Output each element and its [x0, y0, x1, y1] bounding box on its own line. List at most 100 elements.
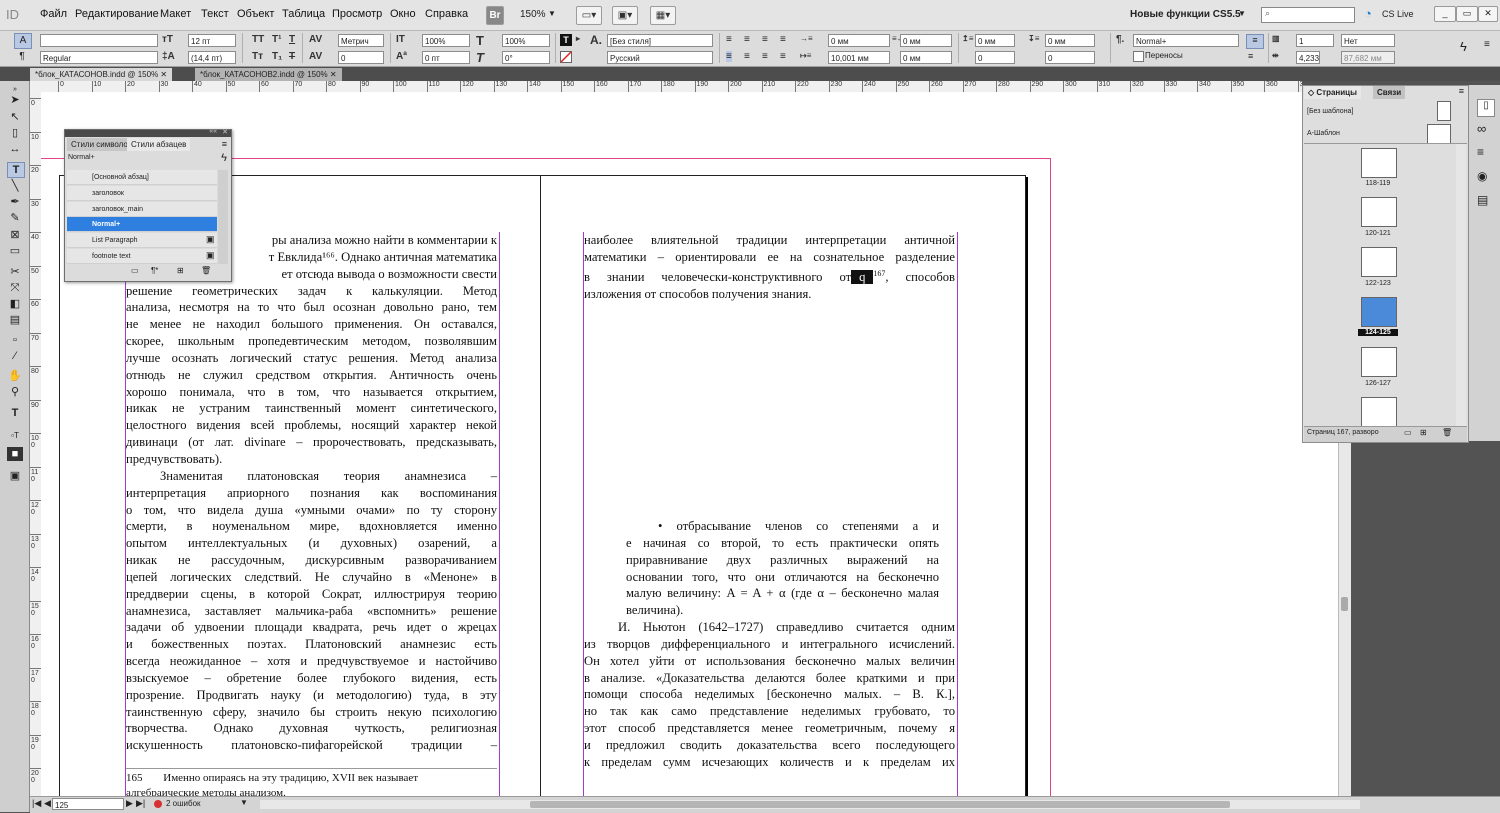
rectangle-tool-icon[interactable]: ▭	[7, 244, 23, 258]
spread-thumbnail[interactable]	[1361, 347, 1397, 377]
small-caps-icon[interactable]: Tт	[252, 51, 263, 62]
menu-object[interactable]: Объект	[237, 8, 274, 20]
menu-file[interactable]: Файл	[40, 8, 67, 20]
pages-icon[interactable]: ▯	[1477, 99, 1495, 117]
style-item[interactable]: [Основной абзац]	[67, 170, 217, 185]
character-mode-button[interactable]: A	[14, 33, 32, 49]
font-style-select[interactable]: Regular	[40, 51, 158, 64]
panel-menu-icon[interactable]: ≡	[222, 139, 227, 149]
hand-tool-icon[interactable]: ✋	[7, 369, 23, 383]
strikethrough-icon[interactable]: T	[289, 51, 295, 62]
columns-field[interactable]: 1	[1296, 34, 1334, 47]
workspace-switcher[interactable]: Новые функции CS5.5	[1130, 9, 1241, 20]
drop-cap-lines-field[interactable]: 0	[975, 51, 1015, 64]
search-input[interactable]: ⌕	[1261, 7, 1355, 23]
gap-tool-icon[interactable]: ↔	[7, 142, 23, 156]
tab-character-styles[interactable]: Стили символов	[67, 138, 133, 151]
screen-mode-icon[interactable]: ▣	[7, 469, 23, 483]
column-width-field[interactable]: 4,233	[1296, 51, 1320, 64]
justify-left-icon[interactable]: ≡	[726, 51, 732, 62]
character-style-select[interactable]: [Без стиля]	[607, 34, 713, 47]
baseline-grid-off-icon[interactable]: ≡	[1246, 34, 1264, 49]
language-select[interactable]: Русский	[607, 51, 713, 64]
right-page-paragraph[interactable]: И. Ньютон (1642–1727) справедливо считае…	[584, 619, 955, 771]
style-item[interactable]: footnote text	[67, 249, 217, 264]
preflight-dropdown-icon[interactable]: ▼	[240, 798, 248, 807]
spread-thumbnail[interactable]	[1361, 197, 1397, 227]
normal-view-icon[interactable]: ■	[7, 447, 23, 461]
all-caps-icon[interactable]: TT	[252, 34, 264, 45]
eyedropper-icon[interactable]: ⁄	[7, 349, 23, 363]
text-selection[interactable]: q	[851, 269, 874, 284]
close-icon[interactable]: ✕	[330, 70, 337, 79]
baseline-grid-on-icon[interactable]: ≡	[1248, 51, 1253, 61]
scrollbar-thumb[interactable]	[1341, 597, 1348, 611]
free-transform-icon[interactable]: ⤧	[7, 281, 23, 295]
spread-thumbnail[interactable]	[1361, 148, 1397, 178]
master-none[interactable]: [Без шаблона]	[1307, 108, 1353, 115]
menu-type[interactable]: Текст	[201, 8, 229, 20]
right-indent-field[interactable]: 0 мм	[900, 34, 952, 47]
paragraph-style-select[interactable]: Normal+	[1133, 34, 1239, 47]
minimize-button[interactable]: _	[1434, 6, 1456, 22]
preflight-errors[interactable]: 2 ошибок	[166, 799, 201, 808]
span-columns-select[interactable]: Нет	[1341, 34, 1395, 47]
left-indent-field[interactable]: 0 мм	[828, 34, 890, 47]
subscript-icon[interactable]: T₁	[272, 51, 282, 62]
tab-document-1[interactable]: *блок_КАТАСОНОВ.indd @ 150% ✕	[30, 68, 173, 81]
close-icon[interactable]: ✕	[160, 70, 167, 79]
justify-all-icon[interactable]: ≡	[762, 51, 768, 62]
formatting-container-icon[interactable]: ▫T	[7, 429, 23, 443]
stroke-none-icon[interactable]	[560, 51, 572, 63]
close-icon[interactable]: ✕	[222, 128, 228, 136]
horizontal-scale-field[interactable]: 100%	[502, 34, 550, 47]
screen-mode-button[interactable]: ▣▾	[612, 6, 638, 25]
tracking-field[interactable]: 0	[338, 51, 384, 64]
document-canvas[interactable]: ры анализа можно найти в комментарии к т…	[41, 92, 1338, 796]
fill-stroke-icon[interactable]: T	[7, 406, 23, 420]
master-thumbnail[interactable]	[1427, 124, 1451, 144]
view-options-button[interactable]: ▭▾	[576, 6, 602, 25]
scrollbar-thumb[interactable]	[530, 801, 1230, 808]
new-page-icon[interactable]: ⊞	[1420, 428, 1427, 437]
panel-menu-icon[interactable]: ≡	[1484, 39, 1490, 50]
maximize-button[interactable]: ▭	[1456, 6, 1478, 22]
spread-thumbnail[interactable]	[1361, 397, 1397, 427]
hyphenation-checkbox[interactable]	[1133, 51, 1144, 62]
delete-style-icon[interactable]: 🗑	[201, 266, 211, 275]
next-page-icon[interactable]: ▶	[126, 798, 133, 809]
lightning-icon[interactable]: ϟ	[1460, 39, 1467, 54]
panel-scrollbar[interactable]	[1456, 144, 1466, 426]
superscript-icon[interactable]: T¹	[272, 34, 281, 45]
bridge-button[interactable]: Br	[486, 6, 504, 25]
panel-titlebar[interactable]: «« ✕	[65, 128, 231, 137]
cs-live-label[interactable]: CS Live	[1382, 9, 1414, 19]
gradient-tool-icon[interactable]: ◧	[7, 297, 23, 311]
last-indent-field[interactable]: 0 мм	[900, 51, 952, 64]
kerning-field[interactable]: Метрич	[338, 34, 384, 47]
menu-window[interactable]: Окно	[390, 8, 416, 20]
pen-tool-icon[interactable]: ✒	[7, 195, 23, 209]
space-before-field[interactable]: 0 мм	[975, 34, 1015, 47]
spread-thumbnail[interactable]	[1361, 247, 1397, 277]
panel-scrollbar[interactable]	[218, 170, 228, 264]
cs-live-icon[interactable]: ◔	[1364, 6, 1372, 21]
line-tool-icon[interactable]: ╲	[7, 179, 23, 193]
menu-edit[interactable]: Редактирование	[75, 8, 159, 20]
type-tool-icon[interactable]: T	[7, 162, 25, 178]
style-item[interactable]: заголовок	[67, 186, 217, 201]
selection-tool-icon[interactable]: ➤	[7, 93, 23, 107]
links-icon[interactable]: ∞	[1477, 121, 1486, 136]
vertical-scale-field[interactable]: 100%	[422, 34, 470, 47]
align-towards-spine-icon[interactable]: ≡	[780, 34, 786, 45]
style-item[interactable]: List Paragraph	[67, 233, 217, 248]
arrange-docs-button[interactable]: ▦▾	[650, 6, 676, 25]
justify-center-icon[interactable]: ≡	[744, 51, 750, 62]
last-page-icon[interactable]: ▶|	[136, 798, 145, 809]
paragraph-mode-button[interactable]: ¶	[14, 50, 30, 64]
font-family-select[interactable]	[40, 34, 158, 47]
clear-overrides-icon[interactable]: ¶*	[151, 266, 158, 275]
menu-table[interactable]: Таблица	[282, 8, 325, 20]
align-left-icon[interactable]: ≡	[726, 34, 732, 45]
align-right-icon[interactable]: ≡	[762, 34, 768, 45]
